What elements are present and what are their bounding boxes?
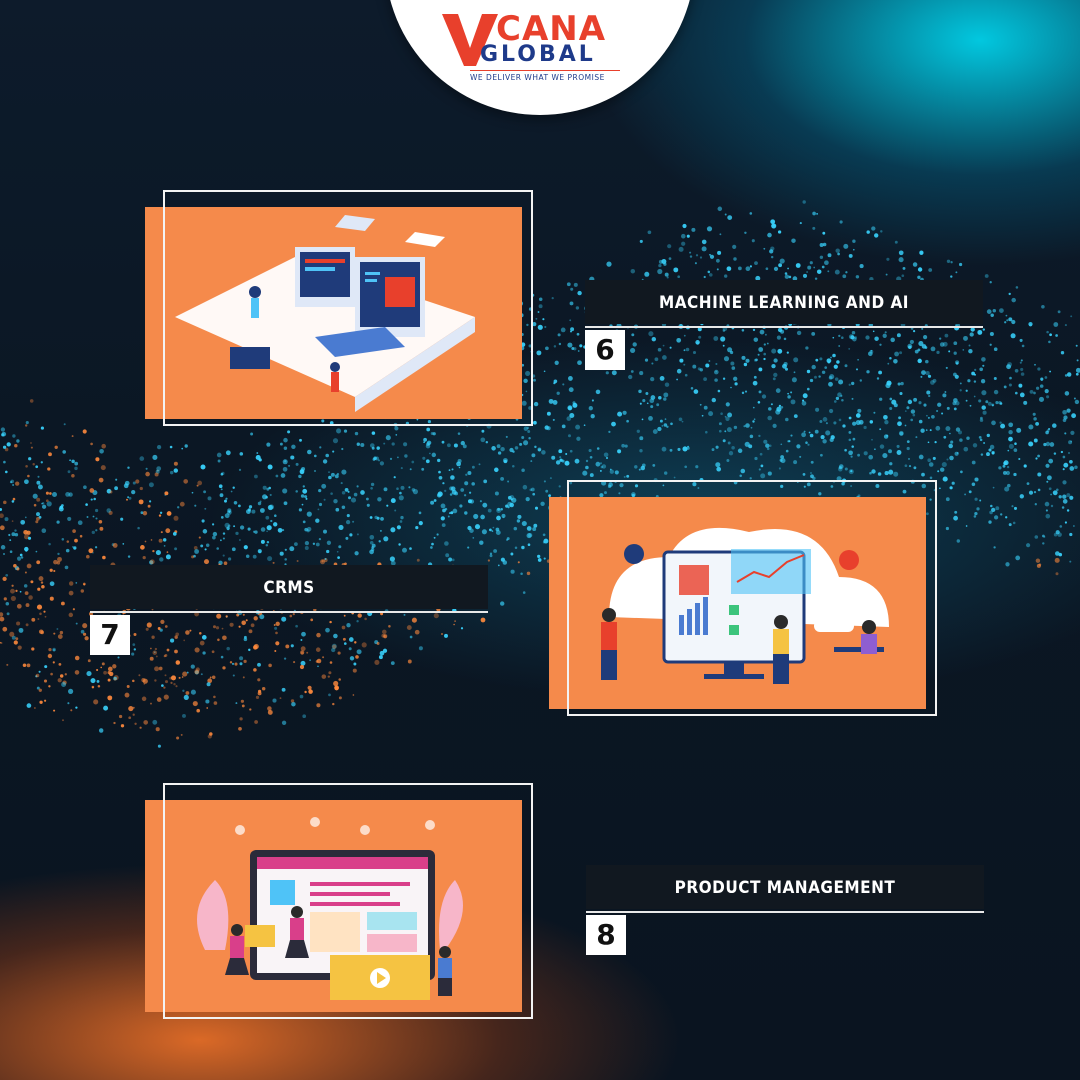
- logo-wordmark-top: CANA: [496, 9, 607, 49]
- card-frame-8: [163, 783, 533, 1019]
- card-frame-7: [567, 480, 937, 716]
- title-bar-6: MACHINE LEARNING AND AI: [585, 280, 983, 328]
- title-bar-8: PRODUCT MANAGEMENT: [586, 865, 984, 913]
- item-title: CRMS: [263, 578, 315, 598]
- title-bar-7: CRMS: [90, 565, 488, 613]
- item-number-badge: 7: [90, 615, 130, 655]
- card-frame-6: [163, 190, 533, 426]
- item-title: PRODUCT MANAGEMENT: [674, 878, 896, 898]
- item-title: MACHINE LEARNING AND AI: [659, 293, 909, 313]
- logo-tagline: WE DELIVER WHAT WE PROMISE: [470, 70, 620, 82]
- title-underline: [90, 611, 488, 613]
- logo-wordmark-bottom: GLOBAL: [480, 42, 596, 67]
- infographic-canvas: CANA GLOBAL WE DELIVER WHAT WE PROMISE M…: [0, 0, 1080, 1080]
- title-underline: [586, 911, 984, 913]
- title-underline: [585, 326, 983, 328]
- item-number-badge: 6: [585, 330, 625, 370]
- item-number-badge: 8: [586, 915, 626, 955]
